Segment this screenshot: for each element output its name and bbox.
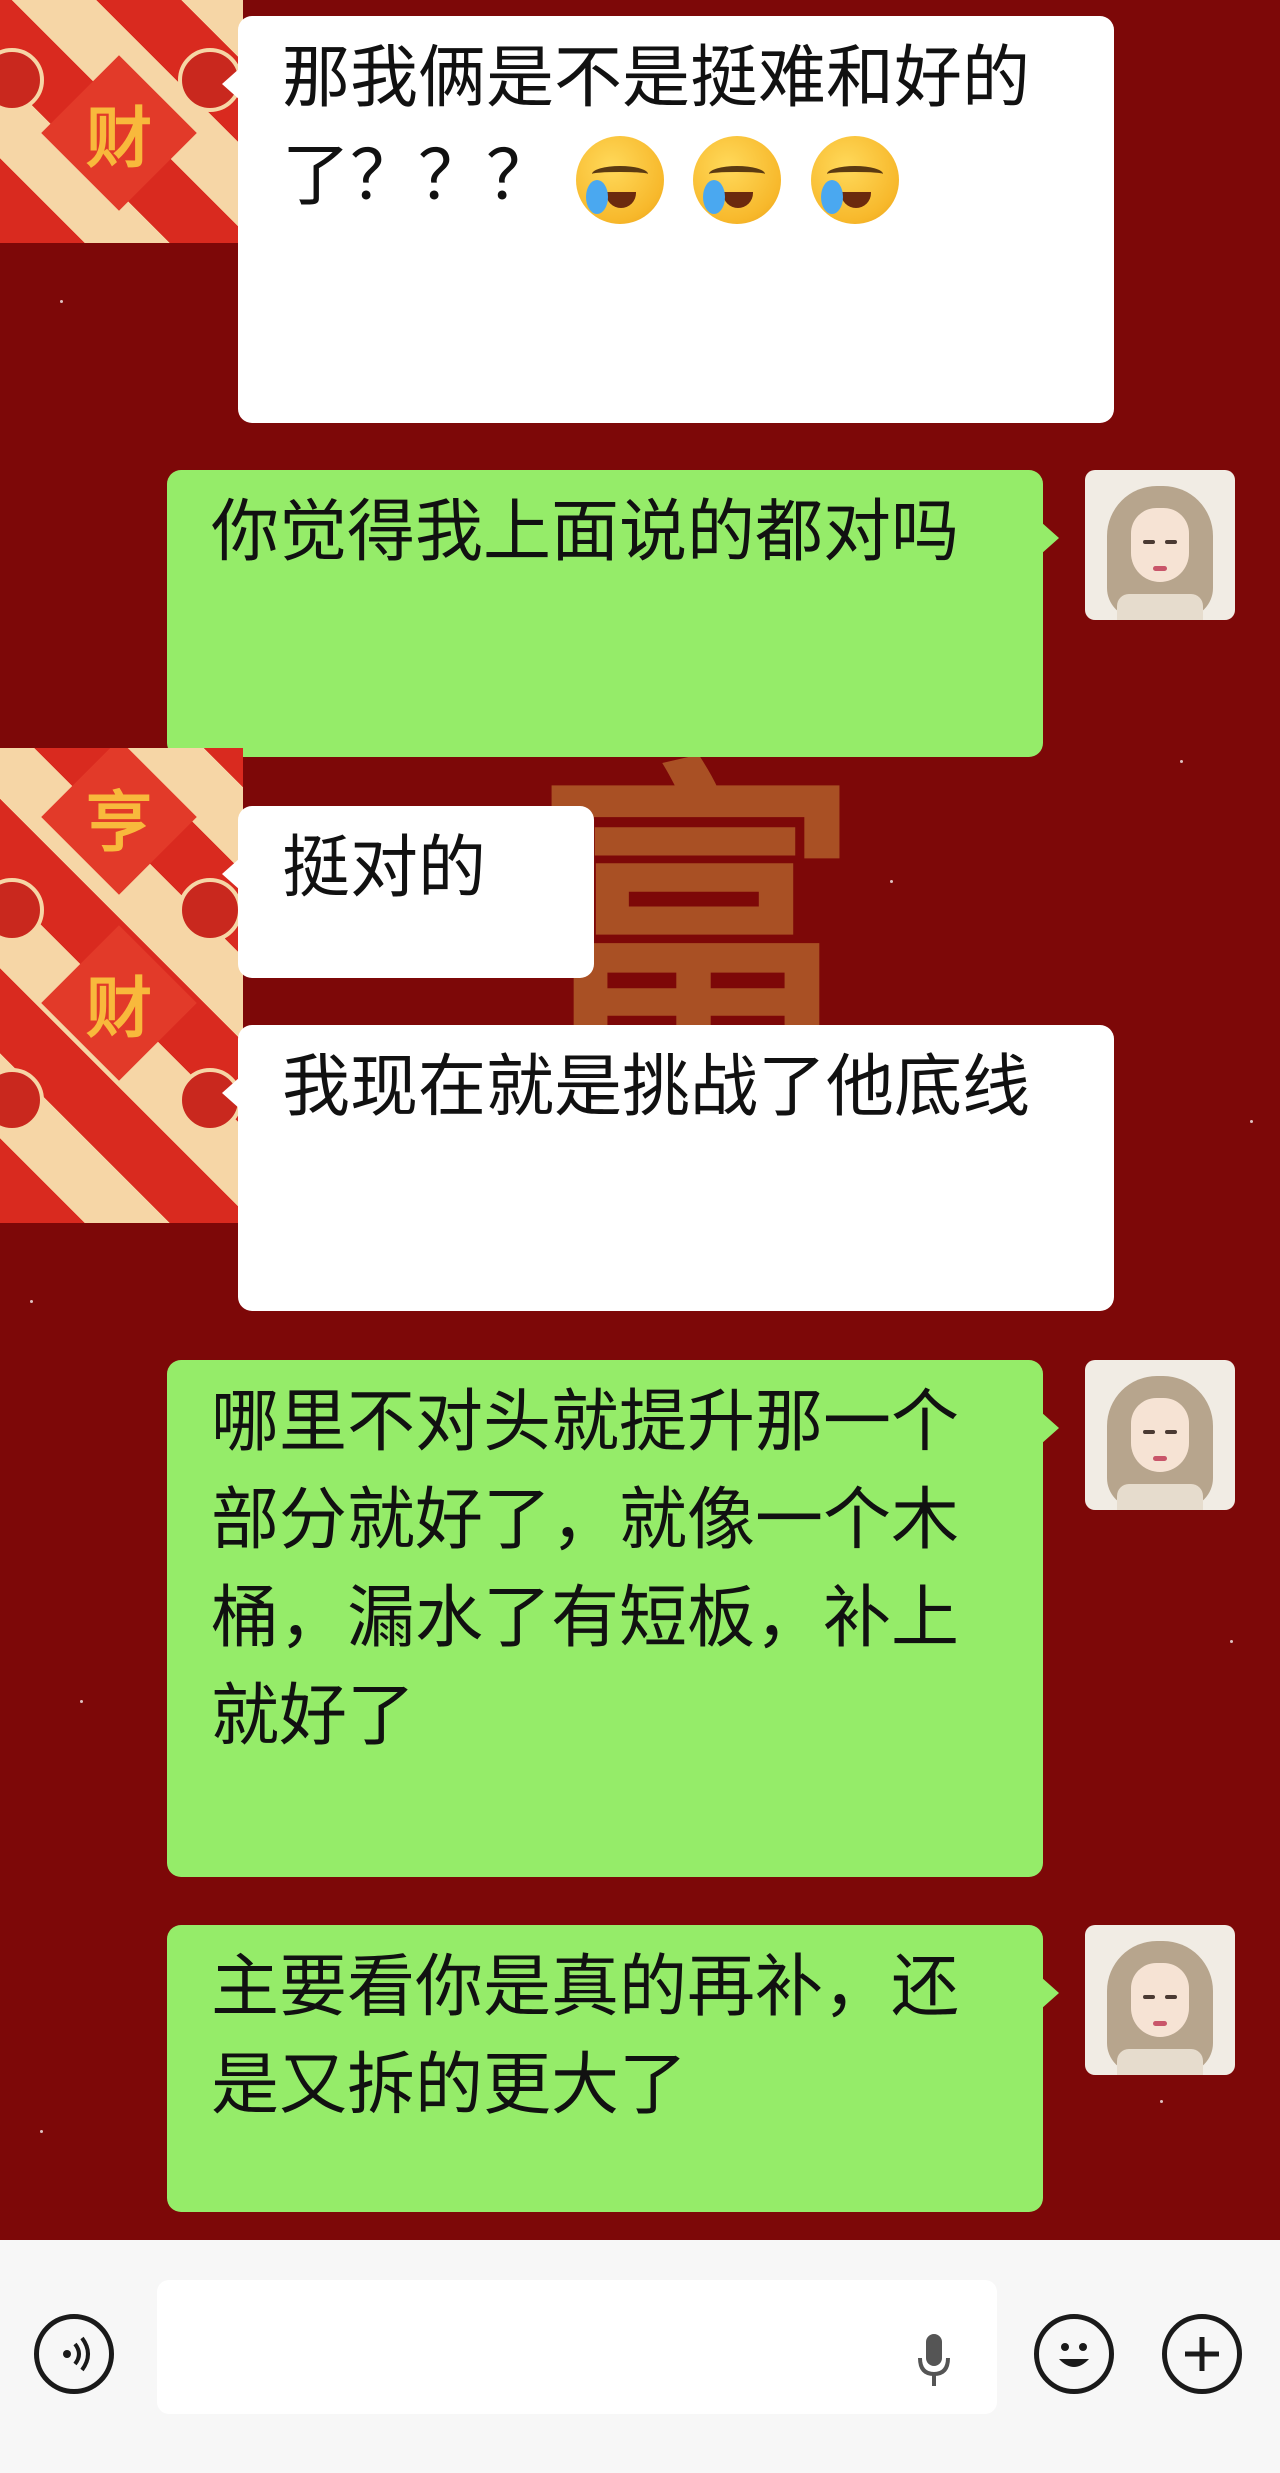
message-text: 哪里不对头就提升那一个部分就好了，就像一个木桶，漏水了有短板，补上就好了: [211, 1383, 960, 1756]
incoming-message-bubble[interactable]: 挺对的: [222, 806, 594, 978]
face-with-tears-icon: [810, 136, 899, 225]
face-with-tears-icon: [575, 136, 664, 225]
coin-icon: [0, 48, 44, 112]
contact-avatar[interactable]: 亨 财: [0, 748, 243, 1223]
emoji-smile-icon[interactable]: [1034, 2314, 1114, 2394]
avatar-char: 亨: [86, 783, 152, 861]
voice-icon[interactable]: [34, 2314, 114, 2394]
message-input[interactable]: [157, 2280, 997, 2414]
microphone-icon[interactable]: [914, 2330, 954, 2390]
avatar-char: 财: [86, 99, 152, 177]
message-text: 你觉得我上面说的都对吗: [211, 493, 960, 572]
chat-background: 富 财 那我俩是不是挺难和好的了？？？ 你觉得我上面说的都对吗 亨 财 挺对的 …: [0, 0, 1280, 2240]
chat-input-bar: [0, 2240, 1280, 2473]
coin-icon: [0, 878, 44, 942]
my-avatar[interactable]: [1085, 470, 1235, 620]
plus-icon[interactable]: [1162, 2314, 1242, 2394]
incoming-message-bubble[interactable]: 我现在就是挑战了他底线: [222, 1025, 1114, 1311]
outgoing-message-bubble[interactable]: 哪里不对头就提升那一个部分就好了，就像一个木桶，漏水了有短板，补上就好了: [167, 1360, 1059, 1877]
message-text: 挺对的: [282, 829, 487, 908]
message-text: 我现在就是挑战了他底线: [282, 1048, 1031, 1127]
contact-avatar[interactable]: 财: [0, 0, 243, 243]
face-with-tears-icon: [693, 136, 782, 225]
outgoing-message-bubble[interactable]: 你觉得我上面说的都对吗: [167, 470, 1059, 757]
message-text: 主要看你是真的再补，还是又拆的更大了: [211, 1948, 960, 2125]
avatar-char: 财: [86, 969, 152, 1047]
my-avatar[interactable]: [1085, 1360, 1235, 1510]
incoming-message-bubble[interactable]: 那我俩是不是挺难和好的了？？？: [222, 16, 1114, 423]
coin-icon: [0, 1068, 44, 1132]
my-avatar[interactable]: [1085, 1925, 1235, 2075]
outgoing-message-bubble[interactable]: 主要看你是真的再补，还是又拆的更大了: [167, 1925, 1059, 2212]
